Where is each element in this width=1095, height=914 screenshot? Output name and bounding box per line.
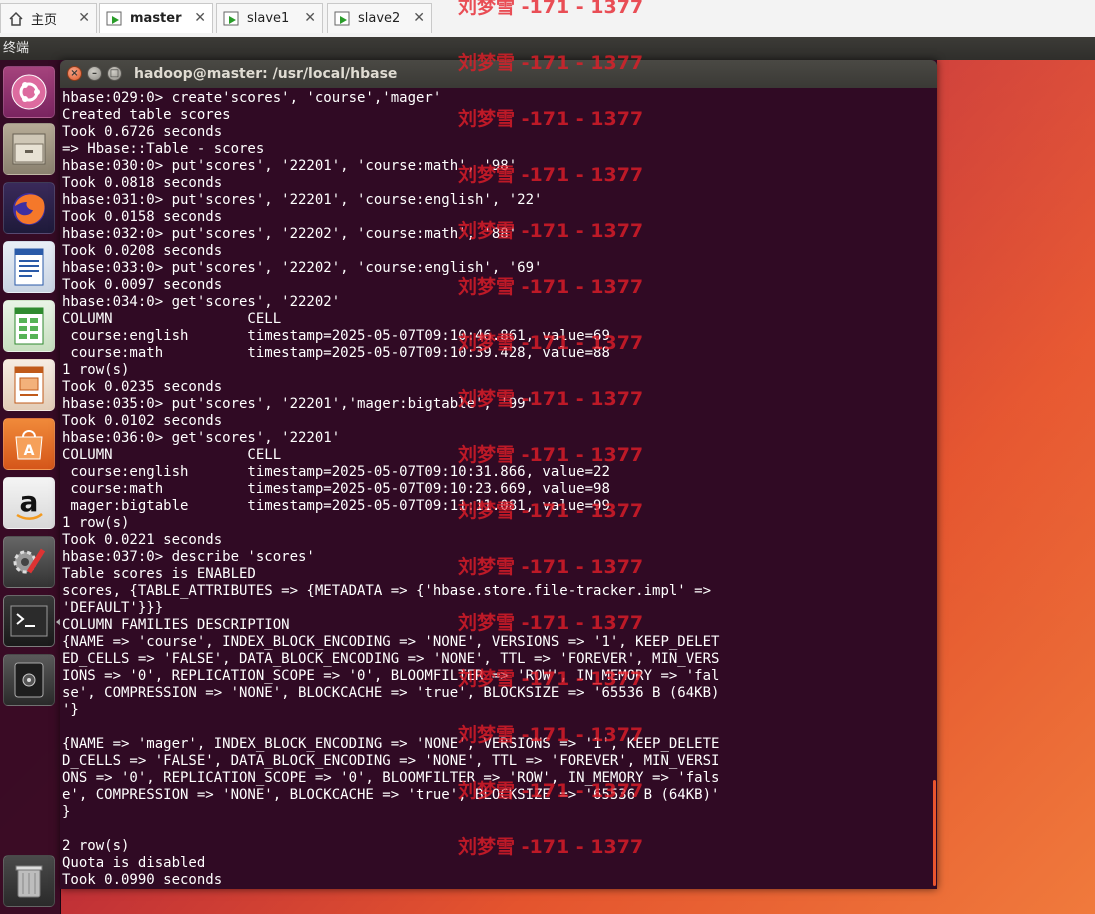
- watermark-text: 刘梦雪 -171 - 1377: [458, 388, 644, 410]
- watermark-text: 刘梦雪 -171 - 1377: [458, 612, 644, 634]
- tab-label: master: [130, 11, 182, 26]
- terminal-icon[interactable]: [3, 595, 55, 647]
- terminal-line: Took 0.0208 seconds: [62, 243, 223, 259]
- svg-text:a: a: [20, 485, 39, 518]
- scrollbar[interactable]: [933, 780, 936, 886]
- watermark-text: 刘梦雪 -171 - 1377: [458, 108, 644, 130]
- terminal-line: 1 row(s): [62, 362, 130, 378]
- watermark-text: 刘梦雪 -171 - 1377: [458, 220, 644, 242]
- watermark-text: 刘梦雪 -171 - 1377: [458, 500, 644, 522]
- app-menu-label[interactable]: 终端: [0, 41, 29, 56]
- terminal-line: COLUMN CELL: [62, 311, 282, 327]
- tab-slave1[interactable]: slave1 ✕: [216, 3, 323, 33]
- watermark-text: 刘梦雪 -171 - 1377: [458, 668, 644, 690]
- tab-label: slave1: [247, 11, 290, 26]
- calc-icon[interactable]: [3, 300, 55, 352]
- launcher: A a: [0, 60, 62, 914]
- watermark-text: 刘梦雪 -171 - 1377: [458, 332, 644, 354]
- terminal-line: D_CELLS => 'FALSE', DATA_BLOCK_ENCODING …: [62, 753, 720, 769]
- maximize-icon[interactable]: □: [107, 66, 122, 81]
- terminal-line: }: [62, 804, 71, 820]
- watermark-text: 刘梦雪 -171 - 1377: [458, 724, 644, 746]
- trash-icon[interactable]: [3, 855, 55, 907]
- close-icon[interactable]: ×: [67, 66, 82, 81]
- amazon-icon[interactable]: a: [3, 477, 55, 529]
- software-center-icon[interactable]: A: [3, 418, 55, 470]
- terminal-line: '}: [62, 702, 79, 718]
- terminal-line: hbase:031:0> put'scores', '22201', 'cour…: [62, 192, 543, 208]
- terminal-line: Took 0.0102 seconds: [62, 413, 223, 429]
- vm-icon: [223, 10, 241, 28]
- tab-home[interactable]: 主页 ✕: [0, 3, 97, 33]
- settings-icon[interactable]: [3, 536, 55, 588]
- watermark-text: 刘梦雪 -171 - 1377: [458, 556, 644, 578]
- close-icon[interactable]: ✕: [194, 10, 206, 26]
- vm-icon: [334, 10, 352, 28]
- watermark-text: 刘梦雪 -171 - 1377: [458, 444, 644, 466]
- writer-icon[interactable]: [3, 241, 55, 293]
- ubuntu-dash-icon[interactable]: [3, 66, 55, 118]
- impress-icon[interactable]: [3, 359, 55, 411]
- tab-slave2[interactable]: slave2 ✕: [327, 3, 432, 33]
- close-icon[interactable]: ✕: [304, 10, 316, 26]
- watermark-text: 刘梦雪 -171 - 1377: [458, 52, 644, 74]
- disk-icon[interactable]: [3, 654, 55, 706]
- terminal-line: => Hbase::Table - scores: [62, 141, 265, 157]
- files-icon[interactable]: [3, 123, 55, 175]
- terminal-output[interactable]: hbase:029:0> create'scores', 'course','m…: [62, 90, 930, 889]
- tab-label: slave2: [358, 11, 401, 26]
- tab-master[interactable]: master ✕: [99, 3, 213, 33]
- close-icon[interactable]: ✕: [78, 10, 90, 26]
- watermark-text: 刘梦雪 -171 - 1377: [458, 836, 644, 858]
- home-icon: [7, 10, 25, 28]
- terminal-line: Took 0.0990 seconds: [62, 872, 223, 888]
- watermark-text: 刘梦雪 -171 - 1377: [458, 780, 644, 802]
- window-title: hadoop@master: /usr/local/hbase: [134, 66, 398, 82]
- vm-icon: [106, 10, 124, 28]
- watermark-text: 刘梦雪 -171 - 1377: [458, 276, 644, 298]
- svg-text:A: A: [24, 443, 35, 459]
- terminal-line: scores, {TABLE_ATTRIBUTES => {METADATA =…: [62, 583, 712, 599]
- watermark-text: 刘梦雪 -171 - 1377: [458, 0, 644, 18]
- close-icon[interactable]: ✕: [413, 10, 425, 26]
- terminal-line: Took 0.0221 seconds: [62, 532, 223, 548]
- firefox-icon[interactable]: [3, 182, 55, 234]
- tab-label: 主页: [31, 13, 58, 28]
- minimize-icon[interactable]: –: [87, 66, 102, 81]
- watermark-text: 刘梦雪 -171 - 1377: [458, 164, 644, 186]
- terminal-line: {NAME => 'course', INDEX_BLOCK_ENCODING …: [62, 634, 720, 650]
